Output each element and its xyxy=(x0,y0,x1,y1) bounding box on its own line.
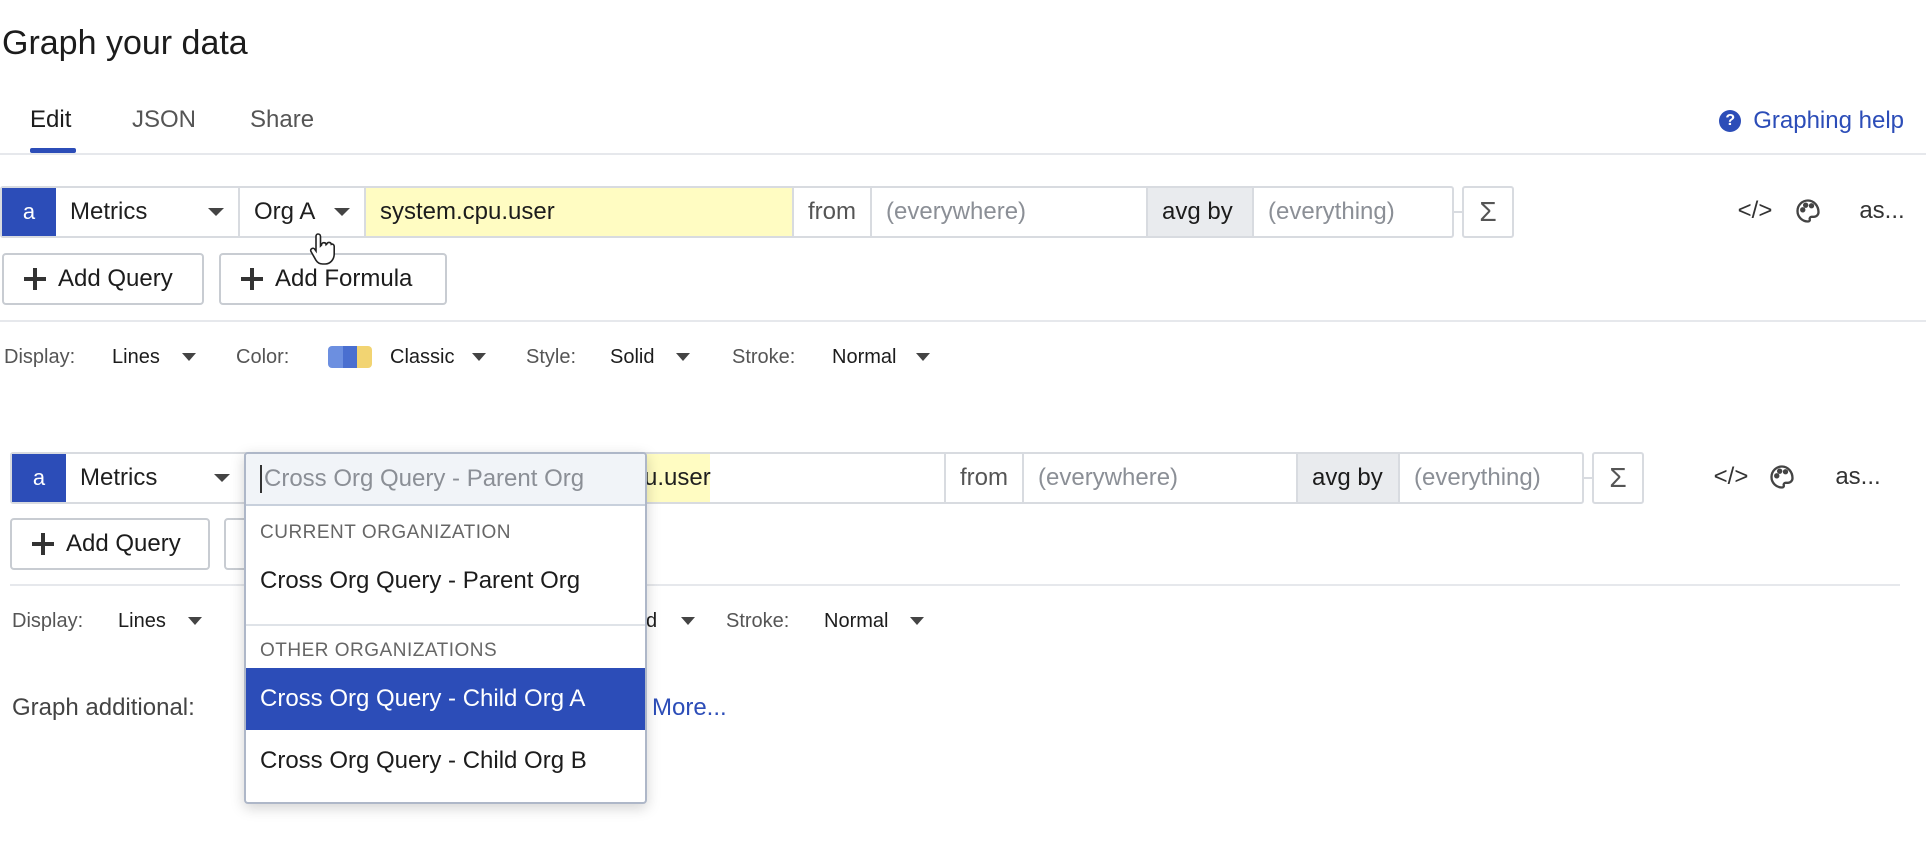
query-row-1: a Metrics Org A system.cpu.user from (ev… xyxy=(0,186,1454,238)
org-option-child-b[interactable]: Cross Org Query - Child Org B xyxy=(246,730,645,792)
stroke-select[interactable]: Normal xyxy=(824,608,925,634)
tabs-divider xyxy=(0,153,1926,155)
graphing-help-label: Graphing help xyxy=(1753,107,1904,134)
chevron-down-icon xyxy=(208,208,224,216)
display-label: Display: xyxy=(4,345,76,368)
avg-by-input[interactable]: (everything) xyxy=(1254,188,1452,236)
add-query-button[interactable]: Add Query xyxy=(10,518,210,570)
org-search-placeholder: Cross Org Query - Parent Org xyxy=(264,465,585,492)
style-select[interactable]: d xyxy=(646,608,696,634)
display-value: Lines xyxy=(118,609,166,632)
section-divider xyxy=(0,320,1926,322)
graphing-help-link[interactable]: ? Graphing help xyxy=(1719,107,1904,135)
graph-additional-label: Graph additional: xyxy=(12,694,195,721)
chevron-down-icon xyxy=(334,208,350,216)
from-input[interactable]: (everywhere) xyxy=(1024,454,1298,502)
question-circle-icon: ? xyxy=(1719,110,1742,132)
org-select[interactable]: Org A xyxy=(240,188,366,236)
avg-by-input[interactable]: (everything) xyxy=(1400,454,1582,502)
add-query-label: Add Query xyxy=(66,530,181,557)
display-value: Lines xyxy=(112,345,160,368)
tab-edit[interactable]: Edit xyxy=(30,106,71,134)
plus-icon xyxy=(32,533,54,555)
more-link[interactable]: More... xyxy=(652,694,727,722)
style-value: Solid xyxy=(610,345,655,368)
from-input[interactable]: (everywhere) xyxy=(872,188,1148,236)
sigma-button[interactable]: Σ xyxy=(1462,186,1514,238)
display-label: Display: xyxy=(12,609,84,632)
source-value: Metrics xyxy=(80,464,158,491)
code-icon[interactable]: </> xyxy=(1714,462,1749,492)
sigma-button[interactable]: Σ xyxy=(1592,452,1644,504)
plus-icon xyxy=(24,268,46,290)
stroke-label: Stroke: xyxy=(732,345,796,368)
alias-input[interactable]: as... xyxy=(1832,462,1884,492)
chevron-down-icon xyxy=(916,353,931,361)
palette-icon[interactable] xyxy=(1792,196,1824,226)
hand-cursor-icon xyxy=(309,232,339,266)
add-formula-label: Add Formula xyxy=(275,265,413,292)
chevron-down-icon xyxy=(676,353,691,361)
style-select[interactable]: Solid xyxy=(610,344,691,370)
query-letter[interactable]: a xyxy=(12,454,66,502)
current-organization-header: CURRENT ORGANIZATION xyxy=(260,522,512,543)
page-title: Graph your data xyxy=(2,24,248,62)
code-icon[interactable]: </> xyxy=(1738,196,1773,226)
query-letter[interactable]: a xyxy=(2,188,56,236)
org-value: Org A xyxy=(254,198,316,225)
style-value: d xyxy=(646,609,658,632)
stroke-select[interactable]: Normal xyxy=(832,344,931,370)
chevron-down-icon xyxy=(472,353,487,361)
color-select[interactable]: Classic xyxy=(328,344,487,370)
metric-value: u.user xyxy=(644,464,711,491)
chevron-down-icon xyxy=(910,617,925,625)
text-cursor xyxy=(260,465,262,493)
palette-icon[interactable] xyxy=(1766,462,1798,492)
stroke-value: Normal xyxy=(832,345,897,368)
color-swatch-icon xyxy=(328,346,372,368)
source-select[interactable]: Metrics xyxy=(66,454,246,502)
avg-by-label: avg by xyxy=(1148,188,1254,236)
source-select[interactable]: Metrics xyxy=(56,188,240,236)
source-value: Metrics xyxy=(70,198,148,225)
chevron-down-icon xyxy=(187,617,202,625)
org-option-parent[interactable]: Cross Org Query - Parent Org xyxy=(246,550,645,612)
color-value: Classic xyxy=(390,345,455,368)
org-dropdown: Cross Org Query - Parent Org CURRENT ORG… xyxy=(244,452,647,804)
alias-input[interactable]: as... xyxy=(1856,196,1908,226)
style-label: Style: xyxy=(526,345,577,368)
avg-by-label: avg by xyxy=(1298,454,1400,502)
display-select[interactable]: Lines xyxy=(112,344,196,370)
chevron-down-icon xyxy=(681,617,696,625)
color-label: Color: xyxy=(236,345,290,368)
from-label: from xyxy=(946,454,1024,502)
add-query-label: Add Query xyxy=(58,265,173,292)
other-organizations-header: OTHER ORGANIZATIONS xyxy=(260,640,498,661)
chevron-down-icon xyxy=(181,353,196,361)
org-search-input[interactable]: Cross Org Query - Parent Org xyxy=(246,454,645,506)
tab-share[interactable]: Share xyxy=(250,106,314,134)
tab-json[interactable]: JSON xyxy=(132,106,196,134)
display-select[interactable]: Lines xyxy=(118,608,202,634)
stroke-label: Stroke: xyxy=(726,609,790,632)
metric-input[interactable]: system.cpu.user xyxy=(366,188,794,236)
org-option-child-a[interactable]: Cross Org Query - Child Org A xyxy=(246,668,645,730)
stroke-value: Normal xyxy=(824,609,889,632)
plus-icon xyxy=(241,268,263,290)
from-label: from xyxy=(794,188,872,236)
connector-line xyxy=(1582,477,1592,479)
add-query-button[interactable]: Add Query xyxy=(2,253,204,305)
chevron-down-icon xyxy=(214,474,230,482)
